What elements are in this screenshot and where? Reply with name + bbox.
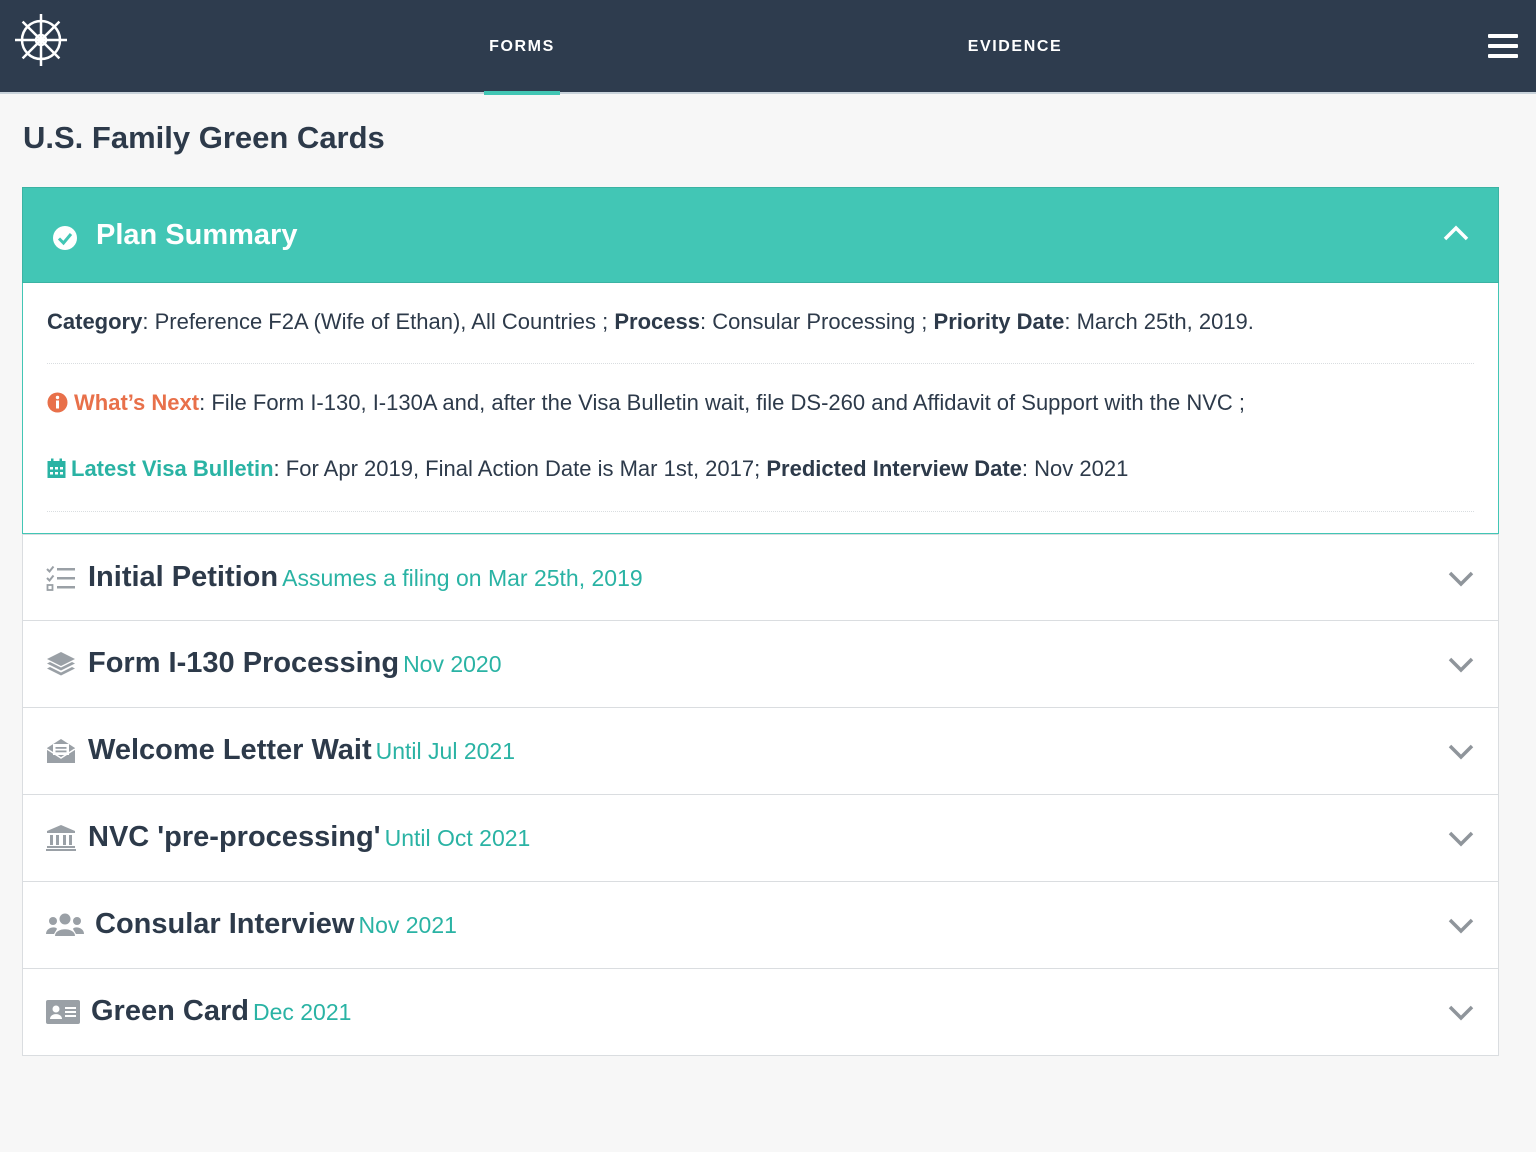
tab-forms-label: FORMS (489, 38, 555, 55)
chevron-up-icon[interactable] (1442, 224, 1470, 242)
priority-date-value: : March 25th, 2019. (1064, 309, 1254, 334)
hamburger-menu-icon[interactable] (1488, 34, 1518, 60)
tab-evidence-label: EVIDENCE (967, 38, 1063, 55)
step-subtitle: Assumes a filing on Mar 25th, 2019 (282, 565, 643, 591)
tab-evidence[interactable]: EVIDENCE (950, 0, 1080, 92)
step-subtitle: Until Jul 2021 (375, 738, 515, 764)
users-icon (46, 913, 84, 936)
process-value: : Consular Processing ; (699, 309, 934, 334)
step-title: Welcome Letter Wait Until Jul 2021 (88, 734, 515, 766)
priority-date-label: Priority Date (933, 309, 1065, 334)
whats-next-value: : File Form I-130, I-130A and, after the… (199, 390, 1246, 415)
step-subtitle: Nov 2021 (358, 912, 457, 938)
envelope-open-icon (46, 739, 76, 763)
category-label: Category (47, 309, 143, 334)
divider (47, 363, 1474, 364)
check-circle-icon (53, 226, 77, 250)
chevron-down-icon[interactable] (1448, 657, 1474, 673)
active-tab-indicator (484, 91, 560, 95)
chevron-down-icon[interactable] (1448, 571, 1474, 587)
process-label: Process (614, 309, 700, 334)
plan-summary-header[interactable]: Plan Summary (22, 187, 1499, 283)
step-subtitle: Dec 2021 (252, 999, 352, 1025)
plan-summary-body: Category: Preference F2A (Wife of Ethan)… (22, 283, 1499, 534)
step-title: Form I-130 Processing Nov 2020 (88, 647, 502, 679)
bank-icon (46, 825, 76, 851)
visa-bulletin-value: : For Apr 2019, Final Action Date is Mar… (273, 456, 767, 481)
step-subtitle: Until Oct 2021 (384, 825, 531, 851)
info-circle-icon (47, 392, 68, 413)
whats-next-label: What’s Next (74, 390, 200, 415)
step-title: NVC 'pre-processing' Until Oct 2021 (88, 821, 531, 853)
divider (47, 511, 1474, 512)
plan-accordion: Plan Summary Category: Preference F2A (W… (22, 187, 1499, 1056)
interview-date-label: Predicted Interview Date (766, 456, 1022, 481)
top-navbar: FORMS EVIDENCE (0, 0, 1536, 95)
category-value: : Preference F2A (Wife of Ethan), All Co… (142, 309, 615, 334)
page-title: U.S. Family Green Cards (23, 120, 385, 155)
step-form-i130-processing[interactable]: Form I-130 Processing Nov 2020 (22, 621, 1499, 708)
ship-wheel-icon[interactable] (12, 11, 70, 69)
chevron-down-icon[interactable] (1448, 831, 1474, 847)
id-card-icon (46, 1000, 80, 1024)
step-initial-petition[interactable]: Initial Petition Assumes a filing on Mar … (22, 534, 1499, 621)
step-title: Consular Interview Nov 2021 (95, 908, 457, 940)
tab-forms[interactable]: FORMS (476, 0, 568, 95)
visa-bulletin-label[interactable]: Latest Visa Bulletin (71, 456, 274, 481)
step-subtitle: Nov 2020 (403, 651, 502, 677)
calendar-icon (47, 458, 66, 478)
step-title: Green Card Dec 2021 (91, 995, 352, 1027)
step-consular-interview[interactable]: Consular Interview Nov 2021 (22, 882, 1499, 969)
plan-details-line: Category: Preference F2A (Wife of Ethan)… (47, 309, 1254, 335)
chevron-down-icon[interactable] (1448, 918, 1474, 934)
checklist-icon (46, 565, 75, 591)
step-welcome-letter-wait[interactable]: Welcome Letter Wait Until Jul 2021 (22, 708, 1499, 795)
chevron-down-icon[interactable] (1448, 744, 1474, 760)
visa-bulletin-line: Latest Visa Bulletin: For Apr 2019, Fina… (47, 456, 1128, 482)
chevron-down-icon[interactable] (1448, 1005, 1474, 1021)
step-title: Initial Petition Assumes a filing on Mar … (88, 561, 643, 593)
plan-summary-title: Plan Summary (96, 219, 298, 251)
layers-icon (47, 652, 75, 676)
whats-next-line: What’s Next: File Form I-130, I-130A and… (47, 390, 1245, 416)
step-nvc-pre-processing[interactable]: NVC 'pre-processing' Until Oct 2021 (22, 795, 1499, 882)
interview-date-value: : Nov 2021 (1021, 456, 1129, 481)
step-green-card[interactable]: Green Card Dec 2021 (22, 969, 1499, 1056)
